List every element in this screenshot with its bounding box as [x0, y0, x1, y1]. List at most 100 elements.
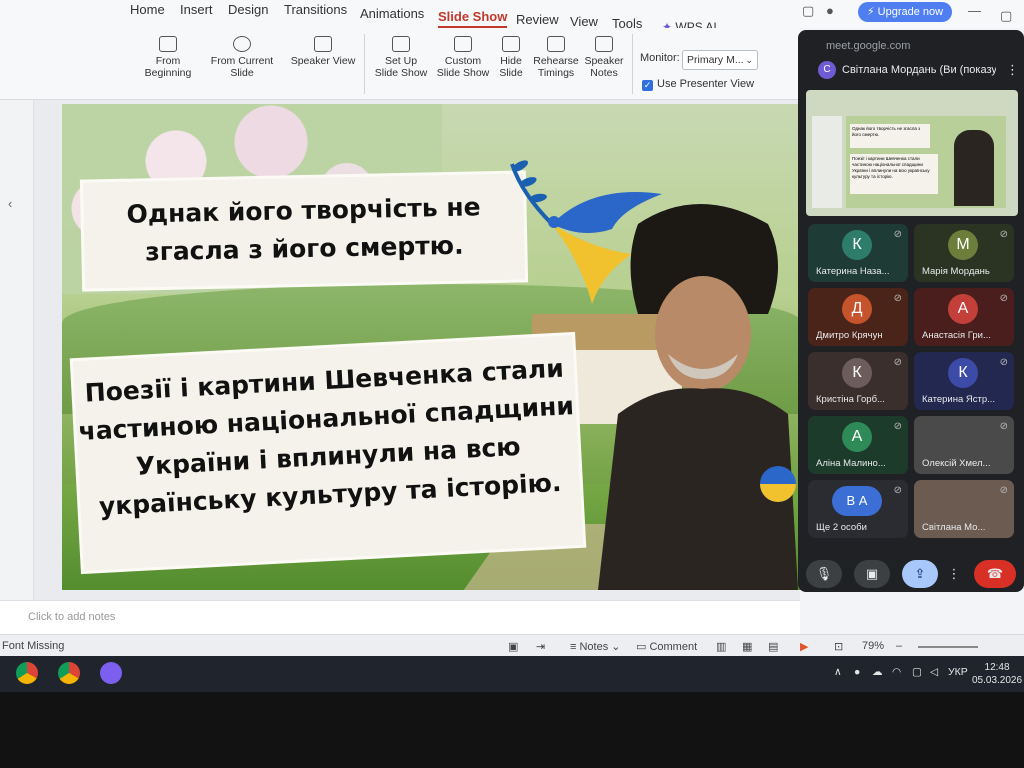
mic-off-icon: ⊘ — [893, 421, 902, 432]
menu-animations[interactable]: Animations — [360, 6, 424, 21]
comment-button[interactable]: ▭ Comment — [636, 640, 697, 653]
speaker-notes-button[interactable]: Speaker Notes — [584, 36, 624, 79]
custom-slide-show-button[interactable]: Custom Slide Show — [436, 36, 490, 79]
mic-off-icon: ⊘ — [999, 421, 1008, 432]
speaker-view-button[interactable]: Speaker View — [290, 36, 356, 67]
participant-name: Дмитро Крячун — [816, 330, 883, 341]
rehearse-timings-button[interactable]: Rehearse Timings — [532, 36, 580, 79]
present-screen-icon: ⇪ — [914, 566, 926, 581]
avatar[interactable]: ● — [826, 3, 834, 18]
participant-avatar: К — [842, 358, 872, 388]
normal-view-icon[interactable]: ▥ — [716, 640, 726, 653]
participant-name: Катерина Наза... — [816, 266, 890, 277]
menu-review[interactable]: Review — [516, 12, 559, 27]
chrome-icon[interactable] — [58, 662, 80, 684]
leave-call-button[interactable]: ☎ — [974, 560, 1016, 588]
participant-name: Ще 2 особи — [816, 522, 867, 533]
participant-avatar: К — [842, 230, 872, 260]
participant-name: Катерина Ястр... — [922, 394, 996, 405]
language-indicator[interactable]: УКР — [948, 666, 968, 678]
cloud-icon[interactable]: ☁ — [872, 666, 883, 678]
volume-icon[interactable]: ◁ — [930, 666, 938, 678]
present-button[interactable]: ⇪ — [902, 560, 938, 588]
participant-tile[interactable]: А Аліна Малино... ⊘ — [808, 416, 908, 474]
slide-icon[interactable]: ▣ — [508, 640, 518, 653]
participant-tile[interactable]: М Марія Мордань ⊘ — [914, 224, 1014, 282]
more-options-icon[interactable]: ⋮ — [1006, 62, 1019, 78]
camera-icon: ▣ — [865, 566, 879, 581]
comment-icon: ▭ — [636, 641, 650, 653]
menu-view[interactable]: View — [570, 14, 598, 29]
status-bar: Font Missing ▣ ⇥ ≡ Notes ⌄ ▭ Comment ▥ ▦… — [0, 634, 1024, 656]
participant-avatar: В А — [832, 486, 882, 516]
chrome-icon[interactable] — [16, 662, 38, 684]
camera-tray-icon[interactable]: ▢ — [912, 666, 922, 678]
mini-slide-sidebar — [812, 116, 842, 208]
window-icon[interactable]: ▢ — [802, 3, 814, 19]
wifi-icon[interactable]: ◠ — [892, 666, 901, 678]
menu-insert[interactable]: Insert — [180, 2, 213, 17]
export-icon[interactable]: ⇥ — [536, 640, 545, 653]
chevron-left-icon[interactable]: ‹ — [8, 196, 12, 211]
participant-tile[interactable]: Д Дмитро Крячун ⊘ — [808, 288, 908, 346]
participant-name: Кристіна Горб... — [816, 394, 885, 405]
from-beginning-button[interactable]: From Beginning — [142, 36, 194, 79]
checkbox-checked-icon: ✓ — [642, 80, 653, 91]
participant-tile[interactable]: К Катерина Наза... ⊘ — [808, 224, 908, 282]
font-missing-status[interactable]: Font Missing — [2, 640, 64, 652]
menu-transitions[interactable]: Transitions — [284, 2, 347, 17]
monitor-select[interactable]: Primary M... ⌄ — [682, 50, 758, 70]
slide-text-2[interactable]: Поезії і картини Шевченка стали частиною… — [72, 335, 584, 571]
participant-avatar: А — [842, 422, 872, 452]
play-slideshow-icon[interactable]: ▶ — [800, 640, 808, 653]
more-controls-button[interactable]: ⋮ — [946, 560, 962, 588]
play-icon — [233, 36, 251, 52]
participant-tile[interactable]: А Анастасія Гри... ⊘ — [914, 288, 1014, 346]
upgrade-button[interactable]: ⚡ Upgrade now — [858, 2, 952, 22]
participant-tile[interactable]: К Катерина Ястр... ⊘ — [914, 352, 1014, 410]
reading-view-icon[interactable]: ▤ — [768, 640, 778, 653]
thumbnail-panel-collapsed[interactable]: ‹ — [0, 100, 34, 600]
mic-button[interactable]: 🎙 — [806, 560, 842, 588]
fit-icon[interactable]: ⊡ — [834, 640, 843, 653]
zoom-level[interactable]: 79% — [862, 640, 884, 652]
setup-icon — [392, 36, 410, 52]
use-presenter-view-checkbox[interactable]: ✓ Use Presenter View — [642, 78, 754, 91]
chevron-up-icon[interactable]: ∧ — [834, 666, 842, 678]
screen: Home Insert Design Transitions Animation… — [0, 0, 1024, 692]
ribbon-divider — [364, 34, 365, 94]
maximize-icon[interactable]: ▢ — [1000, 8, 1012, 24]
timer-icon — [547, 36, 565, 52]
slide-canvas[interactable]: Однак його творчість не згасла з його см… — [62, 104, 802, 590]
participant-tile[interactable]: В А Ще 2 особи ⊘ — [808, 480, 908, 538]
zoom-out-icon[interactable]: – — [896, 640, 902, 652]
notes-toggle[interactable]: ≡ Notes ⌄ — [570, 640, 621, 653]
taskbar: ∧ ● ☁ ◠ ▢ ◁ УКР 12:48 05.03.2026 — [0, 656, 1024, 692]
from-current-slide-button[interactable]: From Current Slide — [198, 36, 286, 79]
slide-sorter-icon[interactable]: ▦ — [742, 640, 752, 653]
menu-design[interactable]: Design — [228, 2, 268, 17]
minimize-icon[interactable]: — — [968, 3, 981, 18]
participant-tile[interactable]: Світлана Мо... ⊘ — [914, 480, 1014, 538]
participant-name: Світлана Мо... — [922, 522, 986, 533]
ribbon-divider — [632, 34, 633, 94]
mini-slide-canvas: Однак його творчість не згасла з його см… — [846, 116, 1006, 208]
shared-screen-preview[interactable]: Однак його творчість не згасла з його см… — [806, 90, 1018, 216]
menu-slide-show[interactable]: Slide Show — [438, 9, 508, 28]
participant-tile[interactable]: Олексій Хмел... ⊘ — [914, 416, 1014, 474]
slide-text-1[interactable]: Однак його творчість не згасла з його см… — [82, 173, 526, 289]
participant-tile[interactable]: К Кристіна Горб... ⊘ — [808, 352, 908, 410]
monitor-bezel — [0, 692, 1024, 768]
zoom-slider[interactable] — [918, 646, 978, 648]
viber-icon[interactable] — [100, 662, 122, 684]
notes-placeholder[interactable]: Click to add notes — [28, 611, 115, 623]
participant-avatar: М — [948, 230, 978, 260]
clock[interactable]: 12:48 05.03.2026 — [972, 661, 1022, 687]
notes-pane[interactable]: Click to add notes — [0, 600, 800, 634]
mic-tray-icon[interactable]: ● — [854, 666, 860, 678]
participant-avatar: К — [948, 358, 978, 388]
set-up-slide-show-button[interactable]: Set Up Slide Show — [372, 36, 430, 79]
menu-home[interactable]: Home — [130, 2, 165, 17]
hide-slide-button[interactable]: Hide Slide — [496, 36, 526, 79]
camera-button[interactable]: ▣ — [854, 560, 890, 588]
